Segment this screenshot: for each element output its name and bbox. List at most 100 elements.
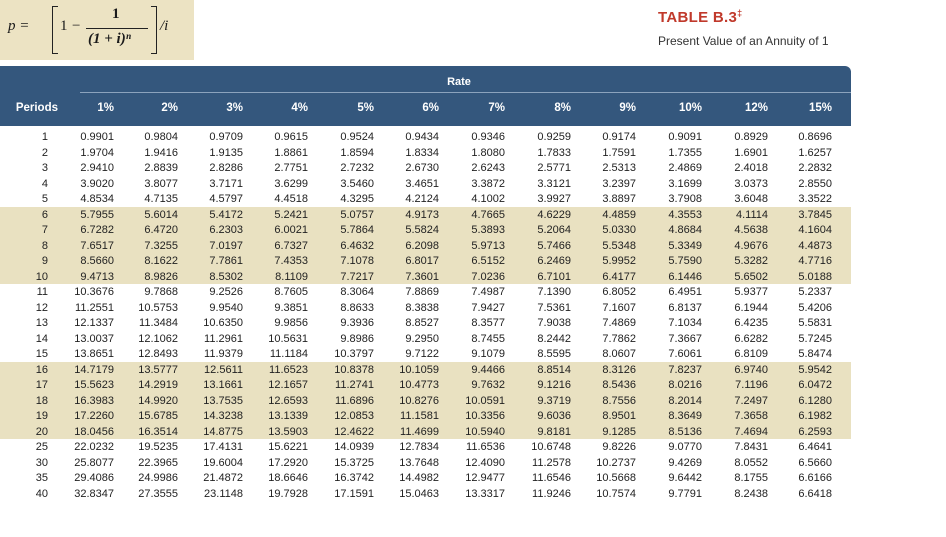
period-cell: 11 — [36, 286, 48, 298]
value-cell: 9.1216 — [537, 379, 571, 391]
value-cell: 13.1339 — [268, 410, 308, 422]
value-cell: 6.4641 — [798, 441, 832, 453]
value-cell: 3.5460 — [340, 177, 374, 190]
value-cell: 6.1982 — [798, 410, 832, 422]
formula-minus: − — [72, 18, 81, 34]
value-cell: 1.9135 — [209, 146, 243, 159]
value-cell: 8.5660 — [80, 255, 114, 267]
value-cell: 8.0216 — [668, 379, 702, 391]
value-cell: 5.0188 — [798, 270, 832, 283]
value-cell: 6.8137 — [668, 301, 702, 314]
value-cell: 9.3851 — [274, 301, 308, 314]
value-cell: 10.6748 — [531, 441, 571, 453]
value-cell: 9.4466 — [471, 363, 505, 376]
value-cell: 7.0236 — [471, 270, 505, 283]
value-cell: 11.2551 — [75, 301, 114, 314]
value-cell: 7.3255 — [144, 239, 178, 252]
value-cell: 8.5136 — [668, 425, 702, 438]
value-cell: 13.0037 — [74, 332, 114, 345]
value-cell: 0.9091 — [668, 131, 702, 143]
value-cell: 6.1446 — [668, 270, 702, 283]
table-subtitle: Present Value of an Annuity of 1 — [658, 34, 829, 48]
value-cell: 3.3522 — [798, 193, 832, 205]
value-cell: 17.2920 — [268, 456, 308, 469]
period-cell: 19 — [35, 410, 48, 422]
value-cell: 11.1581 — [400, 410, 439, 422]
value-cell: 10.3676 — [74, 286, 114, 298]
value-cell: 6.8109 — [734, 348, 768, 360]
value-cell: 3.7171 — [209, 177, 243, 190]
value-cell: 10.2737 — [596, 456, 636, 469]
table-header — [0, 66, 851, 126]
value-cell: 14.7179 — [74, 363, 114, 376]
value-cell: 11.2578 — [532, 456, 571, 469]
value-cell: 4.1604 — [798, 224, 832, 236]
value-cell: 9.8181 — [537, 425, 571, 438]
value-cell: 10.1059 — [399, 363, 439, 376]
value-cell: 6.2469 — [537, 255, 571, 267]
value-cell: 2.7232 — [340, 162, 374, 174]
value-cell: 14.0939 — [334, 441, 374, 453]
value-cell: 6.6166 — [798, 472, 832, 484]
value-cell: 7.9427 — [471, 301, 505, 314]
value-cell: 10.5940 — [465, 425, 505, 438]
value-cell: 7.6061 — [668, 348, 702, 360]
formula-right-bracket — [151, 6, 157, 54]
value-cell: 0.8929 — [734, 131, 768, 143]
value-cell: 8.5302 — [209, 270, 243, 283]
value-cell: 7.2497 — [734, 394, 768, 407]
value-cell: 5.0757 — [340, 208, 374, 221]
value-cell: 8.7455 — [471, 332, 505, 345]
value-cell: 4.8534 — [80, 193, 114, 205]
value-cell: 6.4720 — [144, 224, 178, 236]
value-cell: 12.6593 — [268, 394, 308, 407]
value-cell: 3.7908 — [668, 193, 702, 205]
value-cell: 4.9676 — [734, 239, 768, 252]
value-cell: 15.0463 — [399, 487, 439, 500]
value-cell: 2.4018 — [734, 162, 768, 174]
value-cell: 5.5824 — [405, 224, 439, 236]
rate-header: 12% — [744, 102, 768, 114]
value-cell: 13.7648 — [399, 456, 439, 469]
value-cell: 29.4086 — [74, 472, 114, 484]
value-cell: 10.4773 — [399, 379, 439, 391]
value-cell: 7.6517 — [80, 239, 114, 252]
value-cell: 9.3936 — [340, 317, 374, 329]
value-cell: 6.5660 — [798, 456, 832, 469]
value-cell: 4.7135 — [144, 193, 178, 205]
value-cell: 13.8651 — [74, 348, 114, 360]
value-cell: 12.4090 — [465, 456, 505, 469]
value-cell: 15.6785 — [138, 410, 178, 422]
period-cell: 40 — [35, 487, 48, 500]
value-cell: 2.5313 — [602, 162, 636, 174]
value-cell: 12.9477 — [465, 472, 505, 484]
value-cell: 7.1034 — [668, 317, 702, 329]
rate-header: 6% — [422, 102, 439, 114]
rate-header: 2% — [161, 102, 178, 114]
value-cell: 4.1002 — [471, 193, 505, 205]
value-cell: 3.9020 — [80, 177, 114, 190]
value-cell: 7.8237 — [668, 363, 702, 376]
value-cell: 9.1079 — [471, 348, 505, 360]
value-cell: 19.5235 — [138, 441, 178, 453]
value-cell: 12.8493 — [138, 348, 178, 360]
value-cell: 16.3514 — [138, 425, 178, 438]
value-cell: 6.7101 — [537, 270, 571, 283]
value-cell: 11.2741 — [335, 379, 374, 391]
value-cell: 8.5595 — [537, 348, 571, 360]
period-cell: 1 — [41, 131, 48, 143]
value-cell: 11.6536 — [466, 441, 505, 453]
value-cell: 6.5152 — [471, 255, 505, 267]
value-cell: 6.8052 — [602, 286, 636, 298]
value-cell: 2.7751 — [274, 162, 308, 174]
value-cell: 19.7928 — [268, 487, 308, 500]
value-cell: 5.9713 — [471, 239, 505, 252]
value-cell: 8.5436 — [602, 379, 636, 391]
value-cell: 3.6048 — [734, 193, 768, 205]
value-cell: 16.3742 — [334, 472, 374, 484]
value-cell: 5.7864 — [340, 224, 374, 236]
value-cell: 12.1337 — [74, 317, 114, 329]
value-cell: 1.7591 — [602, 146, 636, 159]
rate-header: 4% — [291, 102, 308, 114]
value-cell: 3.6299 — [274, 177, 308, 190]
